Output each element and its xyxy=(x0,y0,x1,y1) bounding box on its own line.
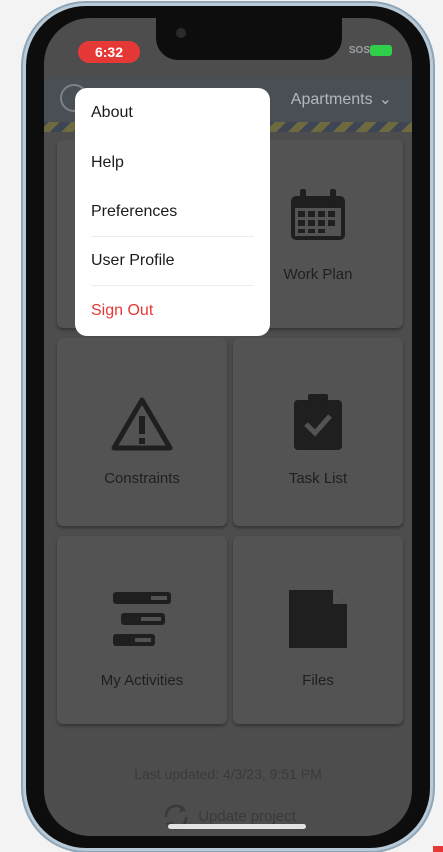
tile-label: My Activities xyxy=(100,672,184,689)
warning-icon xyxy=(111,397,173,451)
app-screen: 6:32 SOS Apartments ⌄ Work Plan Constrai… xyxy=(44,18,412,836)
gantt-icon xyxy=(113,592,171,646)
status-bar: 6:32 SOS xyxy=(44,18,412,74)
notch xyxy=(156,18,342,60)
network-status: SOS xyxy=(348,45,370,56)
tile-task-list[interactable]: Task List xyxy=(233,338,403,526)
camera-dot xyxy=(176,28,186,38)
home-indicator xyxy=(168,824,306,829)
menu-item-sign-out[interactable]: Sign Out xyxy=(91,286,254,335)
tile-constraints[interactable]: Constraints xyxy=(57,338,227,526)
tile-label: Files xyxy=(302,672,334,689)
tile-my-activities[interactable]: My Activities xyxy=(57,536,227,724)
tile-files[interactable]: Files xyxy=(233,536,403,724)
last-updated-text: Last updated: 4/3/23, 9:51 PM xyxy=(134,766,322,782)
status-time: 6:32 xyxy=(78,41,140,63)
menu-item-about[interactable]: About xyxy=(91,88,254,137)
update-project-label: Update project xyxy=(198,807,296,825)
project-selector-label: Apartments xyxy=(290,91,373,108)
corner-mark xyxy=(433,846,443,852)
tile-label: Task List xyxy=(288,470,348,487)
tile-label: Constraints xyxy=(104,470,180,487)
menu-item-preferences[interactable]: Preferences xyxy=(91,187,254,237)
menu-item-user-profile[interactable]: User Profile xyxy=(91,236,254,286)
battery-icon xyxy=(370,45,392,56)
calendar-icon xyxy=(291,189,345,240)
phone-frame: 6:32 SOS Apartments ⌄ Work Plan Constrai… xyxy=(26,6,430,848)
menu-item-help[interactable]: Help xyxy=(91,138,254,187)
file-icon xyxy=(289,590,347,648)
chevron-down-icon: ⌄ xyxy=(378,91,392,108)
clipboard-check-icon xyxy=(294,394,342,450)
dropdown-menu: About Help Preferences User Profile Sign… xyxy=(75,88,270,336)
project-selector[interactable]: Apartments ⌄ xyxy=(291,89,392,109)
